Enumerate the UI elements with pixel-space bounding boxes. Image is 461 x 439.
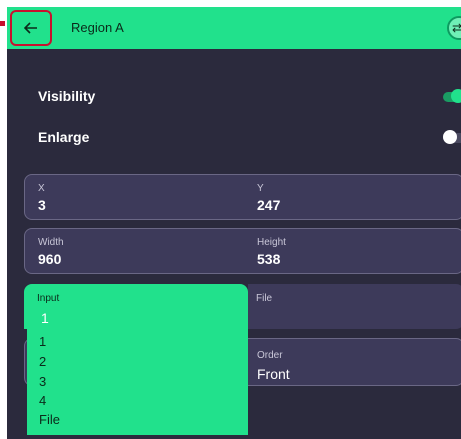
order-value: Front: [257, 366, 290, 382]
input-value: 1: [41, 310, 49, 326]
input-dropdown-menu: 1 2 3 4 File: [27, 329, 248, 435]
back-button[interactable]: [10, 10, 52, 46]
file-field[interactable]: File: [248, 284, 461, 329]
dropdown-option-3[interactable]: 3: [39, 374, 46, 389]
toggle-knob: [451, 89, 461, 103]
visibility-label: Visibility: [38, 88, 96, 104]
visibility-toggle[interactable]: [443, 89, 461, 103]
enlarge-label: Enlarge: [38, 129, 90, 145]
height-value: 538: [257, 251, 281, 267]
width-value: 960: [38, 251, 62, 267]
page-title: Region A: [71, 20, 124, 35]
enlarge-toggle[interactable]: [443, 130, 461, 144]
x-label: X: [38, 183, 45, 194]
width-label: Width: [38, 237, 64, 248]
app-window: Region A ⇄ Visibility Enlarge X 3 Y 247 …: [7, 7, 461, 439]
size-row: Width 960 Height 538: [24, 228, 461, 274]
annotation-marker: [0, 21, 5, 26]
swap-button[interactable]: ⇄: [447, 16, 461, 40]
y-value: 247: [257, 197, 281, 213]
order-label: Order: [257, 350, 283, 361]
swap-icon: ⇄: [452, 21, 461, 35]
input-label: Input: [37, 293, 60, 304]
dropdown-option-file[interactable]: File: [39, 412, 60, 427]
toggle-knob: [443, 130, 457, 144]
position-row: X 3 Y 247: [24, 174, 461, 220]
file-label: File: [256, 293, 273, 304]
arrow-left-icon: [24, 22, 37, 34]
input-select[interactable]: Input 1: [24, 284, 248, 329]
dropdown-option-1[interactable]: 1: [39, 334, 46, 349]
height-label: Height: [257, 237, 286, 248]
dropdown-option-2[interactable]: 2: [39, 354, 46, 369]
x-value: 3: [38, 197, 46, 213]
y-label: Y: [257, 183, 264, 194]
dropdown-option-4[interactable]: 4: [39, 393, 46, 408]
top-bar: Region A ⇄: [7, 7, 461, 49]
